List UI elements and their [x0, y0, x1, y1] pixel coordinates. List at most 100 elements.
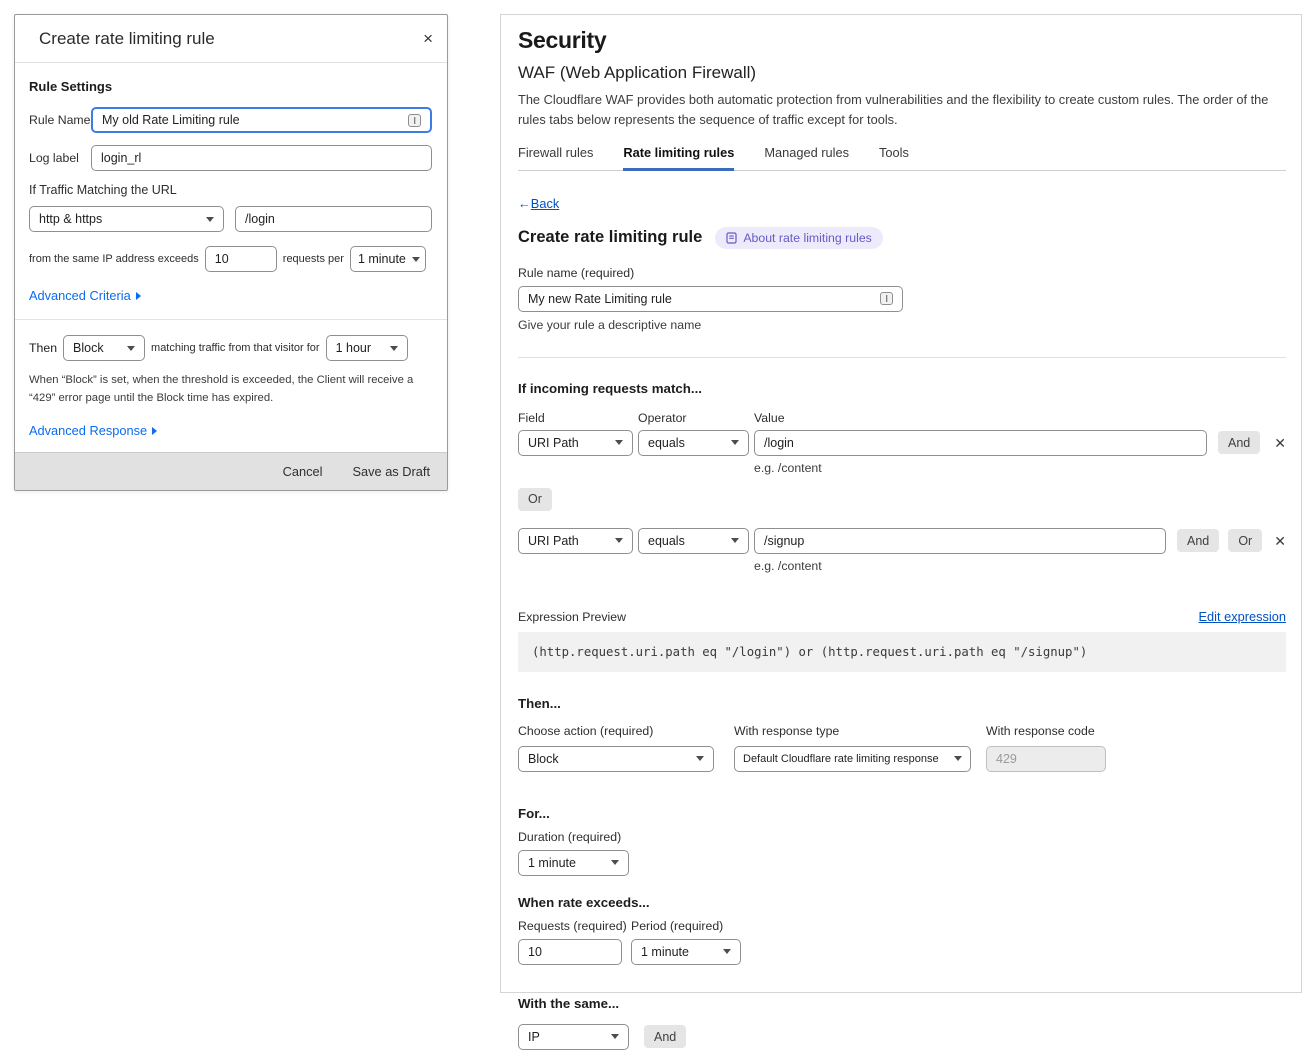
response-type-select[interactable]: Default Cloudflare rate limiting respons… — [734, 746, 971, 772]
tab-managed-rules[interactable]: Managed rules — [764, 145, 849, 171]
chevron-down-icon — [206, 217, 214, 222]
chevron-down-icon — [696, 756, 704, 761]
response-type-value: Default Cloudflare rate limiting respons… — [743, 753, 939, 765]
chevron-down-icon — [611, 860, 619, 865]
remove-condition-icon[interactable]: ✕ — [1274, 436, 1286, 450]
back-link[interactable]: ←Back — [518, 196, 559, 211]
doc-icon — [726, 232, 737, 244]
page-description: The Cloudflare WAF provides both automat… — [518, 90, 1290, 130]
then-label: Then — [29, 341, 57, 355]
requests-input[interactable]: 10 — [205, 246, 277, 272]
chevron-down-icon — [615, 538, 623, 543]
url-input[interactable]: /login — [235, 206, 432, 232]
value-input[interactable]: /login — [754, 430, 1207, 456]
about-rate-limiting-badge[interactable]: About rate limiting rules — [715, 227, 883, 249]
advanced-criteria-label: Advanced Criteria — [29, 288, 131, 303]
remove-condition-icon[interactable]: ✕ — [1274, 534, 1286, 548]
same-heading: With the same... — [518, 996, 1286, 1011]
arrow-right-icon — [136, 292, 141, 300]
value-hint: e.g. /content — [754, 559, 1286, 573]
action-value: Block — [73, 341, 104, 355]
ban-duration-value: 1 hour — [336, 341, 371, 355]
rule-name-row: Rule Name My old Rate Limiting rule — [29, 107, 432, 133]
form-title: Create rate limiting rule — [518, 228, 702, 247]
rule-name-value: My new Rate Limiting rule — [528, 292, 672, 306]
then-row: Then Block matching traffic from that vi… — [29, 335, 432, 361]
autofill-icon[interactable] — [880, 292, 893, 305]
value-input[interactable]: /signup — [754, 528, 1166, 554]
operator-column-label: Operator — [638, 411, 754, 425]
rate-heading: When rate exceeds... — [518, 895, 1286, 910]
rule-name-label: Rule name (required) — [518, 266, 1286, 280]
response-code-label: With response code — [986, 724, 1106, 738]
requests-value: 10 — [528, 945, 542, 959]
chevron-down-icon — [723, 949, 731, 954]
period-value: 1 minute — [641, 945, 689, 959]
security-waf-page: Security WAF (Web Application Firewall) … — [500, 14, 1302, 993]
period-select[interactable]: 1 minute — [350, 246, 426, 272]
autofill-icon[interactable] — [408, 114, 421, 127]
rule-name-input[interactable]: My old Rate Limiting rule — [91, 107, 432, 133]
tab-tools[interactable]: Tools — [879, 145, 909, 171]
chevron-down-icon — [615, 440, 623, 445]
log-label-row: Log label login_rl — [29, 145, 432, 171]
chevron-down-icon — [611, 1034, 619, 1039]
chevron-down-icon — [390, 346, 398, 351]
period-label: Period (required) — [631, 919, 723, 933]
url-value: /login — [245, 212, 275, 226]
condition-row: URI Path equals /login And ✕ — [518, 430, 1286, 456]
chevron-down-icon — [954, 756, 962, 761]
period-select[interactable]: 1 minute — [631, 939, 741, 965]
save-as-draft-button[interactable]: Save as Draft — [352, 464, 430, 479]
rule-name-label: Rule Name — [29, 113, 91, 127]
response-type-label: With response type — [734, 724, 971, 738]
dialog-footer: Cancel Save as Draft — [15, 452, 447, 490]
and-button[interactable]: And — [1218, 431, 1260, 454]
field-select[interactable]: URI Path — [518, 528, 633, 554]
match-heading: If incoming requests match... — [518, 381, 1286, 396]
dialog-body: Rule Settings Rule Name My old Rate Limi… — [15, 63, 447, 486]
edit-expression-link[interactable]: Edit expression — [1199, 609, 1287, 624]
rule-settings-heading: Rule Settings — [29, 79, 432, 94]
same-and-button[interactable]: And — [644, 1025, 686, 1048]
value-text: /login — [764, 436, 794, 450]
tab-rate-limiting-rules[interactable]: Rate limiting rules — [623, 145, 734, 171]
waf-tabs: Firewall rules Rate limiting rules Manag… — [518, 145, 1286, 171]
scheme-select[interactable]: http & https — [29, 206, 224, 232]
cancel-button[interactable]: Cancel — [283, 464, 323, 479]
value-text: /signup — [764, 534, 804, 548]
close-icon[interactable]: × — [423, 30, 433, 47]
and-button[interactable]: And — [1177, 529, 1219, 552]
characteristic-select[interactable]: IP — [518, 1024, 629, 1050]
operator-select[interactable]: equals — [638, 430, 749, 456]
matching-text: matching traffic from that visitor for — [151, 342, 320, 354]
field-select[interactable]: URI Path — [518, 430, 633, 456]
threshold-row: from the same IP address exceeds 10 requ… — [29, 246, 432, 272]
advanced-criteria-link[interactable]: Advanced Criteria — [29, 288, 141, 303]
then-heading: Then... — [518, 696, 1286, 711]
rule-name-input[interactable]: My new Rate Limiting rule — [518, 286, 903, 312]
action-select[interactable]: Block — [518, 746, 714, 772]
log-label-input[interactable]: login_rl — [91, 145, 432, 171]
rule-name-hint: Give your rule a descriptive name — [518, 318, 1286, 332]
value-column-label: Value — [754, 411, 785, 425]
duration-value: 1 minute — [528, 856, 576, 870]
operator-select[interactable]: equals — [638, 528, 749, 554]
or-button[interactable]: Or — [1228, 529, 1262, 552]
requests-input[interactable]: 10 — [518, 939, 622, 965]
tab-firewall-rules[interactable]: Firewall rules — [518, 145, 593, 171]
expression-code: (http.request.uri.path eq "/login") or (… — [518, 632, 1286, 672]
action-select[interactable]: Block — [63, 335, 145, 361]
or-connector-button[interactable]: Or — [518, 488, 552, 511]
divider — [15, 319, 447, 320]
page-title: Security — [518, 27, 1286, 54]
advanced-response-link[interactable]: Advanced Response — [29, 423, 157, 438]
response-code-value: 429 — [996, 752, 1017, 766]
chevron-down-icon — [731, 538, 739, 543]
page-subtitle: WAF (Web Application Firewall) — [518, 63, 1286, 83]
about-badge-label: About rate limiting rules — [743, 231, 872, 245]
dialog-header: Create rate limiting rule × — [15, 15, 447, 63]
ban-duration-select[interactable]: 1 hour — [326, 335, 408, 361]
duration-select[interactable]: 1 minute — [518, 850, 629, 876]
expression-preview-label: Expression Preview — [518, 610, 626, 624]
